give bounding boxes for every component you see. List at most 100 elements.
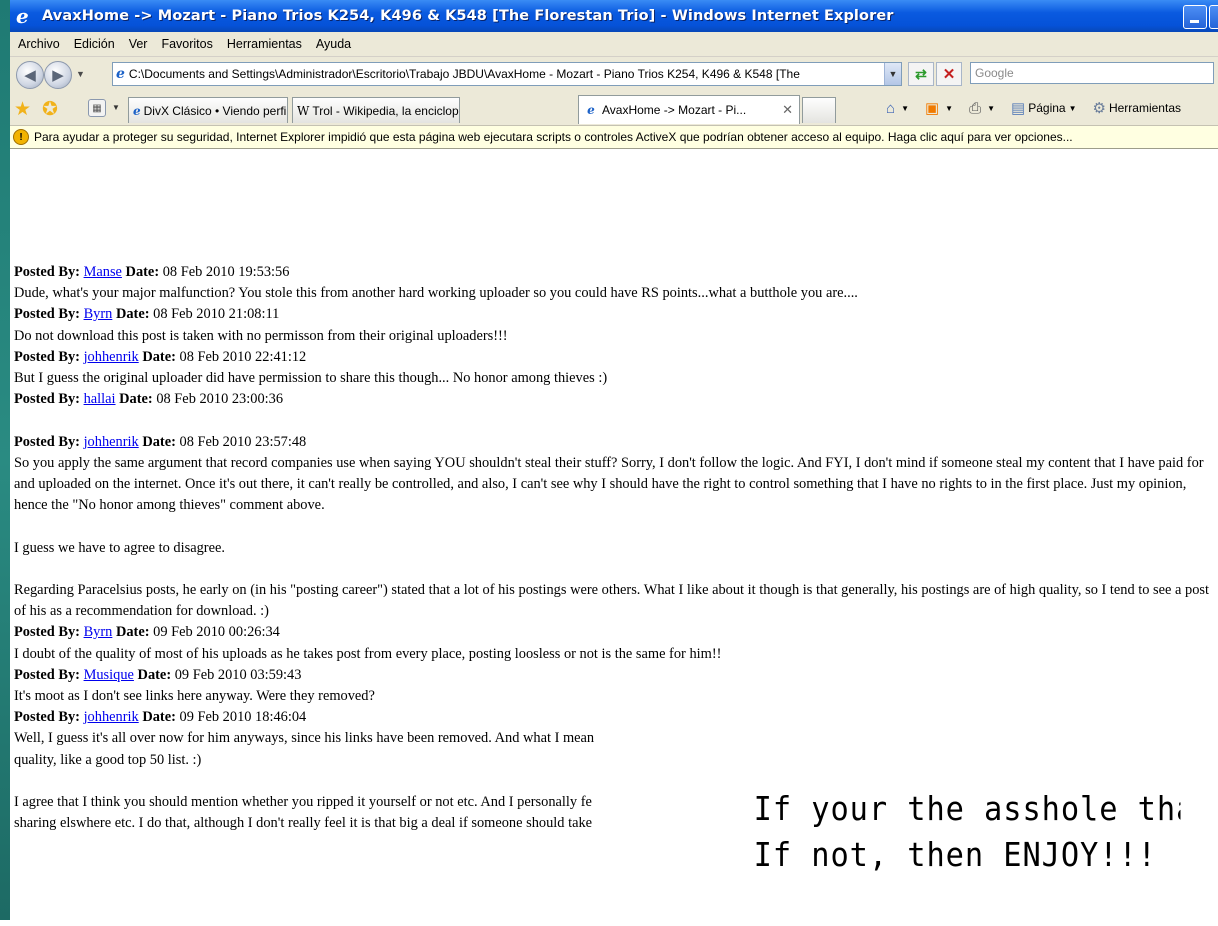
page-icon: ▤	[1011, 100, 1026, 117]
chevron-down-icon: ▼	[987, 103, 996, 113]
tools-menu-label: Herramientas	[1108, 101, 1181, 115]
stop-button[interactable]: ✕	[936, 62, 962, 86]
tab-list-dropdown-icon[interactable]: ▼	[112, 103, 120, 112]
tab-label: Trol - Wikipedia, la enciclope...	[312, 103, 460, 118]
tools-menu-button[interactable]: ⚙ Herramientas	[1093, 99, 1181, 117]
feeds-button[interactable]: ▣ ▼	[925, 99, 953, 117]
overlay-line: If your the asshole that's de	[753, 789, 1181, 828]
minimize-button[interactable]	[1183, 5, 1207, 29]
post-date: 08 Feb 2010 22:41:12	[179, 348, 307, 365]
wikipedia-icon: W	[297, 103, 310, 118]
date-label: Date:	[125, 264, 160, 280]
user-link[interactable]: hallai	[84, 391, 116, 407]
maximize-button[interactable]	[1209, 5, 1218, 29]
print-button[interactable]: ⎙ ▼	[969, 100, 995, 117]
date-label: Date:	[137, 666, 172, 683]
post-body: Do not download this post is taken with …	[14, 327, 508, 344]
user-link[interactable]: Musique	[84, 667, 134, 683]
ie-page-icon: e	[587, 103, 595, 117]
page-content: Posted By: Manse Date: 08 Feb 2010 19:53…	[14, 262, 1218, 834]
address-bar[interactable]: e C:\Documents and Settings\Administrado…	[112, 62, 902, 86]
post-date: 09 Feb 2010 18:46:04	[179, 709, 307, 726]
menu-herramientas[interactable]: Herramientas	[227, 37, 302, 51]
post-date: 08 Feb 2010 23:57:48	[179, 433, 307, 450]
post-body: Dude, what's your major malfunction? You…	[14, 285, 858, 302]
date-label: Date:	[142, 433, 176, 450]
page-menu-label: Página	[1028, 101, 1066, 115]
post-header: Posted By: hallai Date: 08 Feb 2010 23:0…	[14, 389, 1218, 410]
quick-tabs-icon[interactable]: ▦	[88, 99, 106, 117]
new-tab-button[interactable]	[802, 97, 836, 123]
user-link[interactable]: johhenrik	[84, 349, 139, 365]
menu-ver[interactable]: Ver	[129, 37, 148, 51]
home-icon: ⌂	[886, 99, 896, 117]
back-arrow-icon: ◀	[24, 67, 36, 84]
user-link[interactable]: johhenrik	[84, 709, 139, 725]
overlay-line: If not, then ENJOY!!!	[753, 835, 1157, 874]
menu-edicion[interactable]: Edición	[74, 37, 115, 51]
tab-label: AvaxHome -> Mozart - Pi...	[602, 103, 747, 117]
tab-avaxhome[interactable]: e AvaxHome -> Mozart - Pi... ✕	[578, 95, 800, 124]
history-dropdown-icon[interactable]: ▼	[76, 69, 85, 79]
post-header: Posted By: Manse Date: 08 Feb 2010 19:53…	[14, 262, 1218, 283]
tab-label: DivX Clásico • Viendo perfil - ...	[143, 103, 288, 118]
post-body: I guess we have to agree to disagree.	[14, 539, 225, 556]
post-header: Posted By: Musique Date: 09 Feb 2010 03:…	[14, 665, 1218, 686]
menu-archivo[interactable]: Archivo	[18, 37, 60, 51]
gear-icon: ⚙	[1092, 100, 1106, 117]
posted-by-label: Posted By:	[14, 666, 80, 683]
menu-favoritos[interactable]: Favoritos	[161, 37, 212, 51]
tab-divx[interactable]: e DivX Clásico • Viendo perfil - ...	[128, 97, 288, 123]
post-header: Posted By: johhenrik Date: 08 Feb 2010 2…	[14, 432, 1218, 453]
post-body: It's moot as I don't see links here anyw…	[14, 688, 375, 705]
date-label: Date:	[115, 624, 150, 641]
favorites-star-icon[interactable]: ★	[14, 98, 31, 121]
home-button[interactable]: ⌂ ▼	[886, 100, 909, 117]
post-header: Posted By: johhenrik Date: 09 Feb 2010 1…	[14, 707, 1218, 728]
posted-by-label: Posted By:	[14, 624, 80, 641]
back-button[interactable]: ◀	[16, 61, 44, 89]
search-input[interactable]: Google	[970, 62, 1214, 84]
post-header: Posted By: Byrn Date: 08 Feb 2010 21:08:…	[14, 304, 1218, 325]
warning-shield-icon: !	[13, 129, 29, 145]
tab-wikipedia[interactable]: W Trol - Wikipedia, la enciclope...	[292, 97, 460, 123]
menu-ayuda[interactable]: Ayuda	[316, 37, 351, 51]
information-bar[interactable]: ! Para ayudar a proteger su seguridad, I…	[10, 126, 1218, 149]
date-label: Date:	[142, 709, 176, 726]
stop-icon: ✕	[942, 66, 956, 83]
posted-by-label: Posted By:	[14, 433, 80, 450]
address-url[interactable]: C:\Documents and Settings\Administrador\…	[129, 67, 800, 81]
user-link[interactable]: Byrn	[84, 306, 113, 322]
page-icon: e	[116, 66, 125, 82]
menu-bar: Archivo Edición Ver Favoritos Herramient…	[10, 32, 1218, 57]
post-date: 08 Feb 2010 23:00:36	[156, 391, 284, 408]
close-tab-icon[interactable]: ✕	[782, 102, 793, 118]
user-link[interactable]: johhenrik	[84, 434, 139, 450]
post-body: But I guess the original uploader did ha…	[14, 370, 608, 387]
ie-logo-icon: e	[16, 4, 29, 28]
user-link[interactable]: Byrn	[84, 624, 113, 640]
post-date: 08 Feb 2010 19:53:56	[162, 264, 290, 280]
post-body: I doubt of the quality of most of his up…	[14, 645, 722, 662]
posted-by-label: Posted By:	[14, 306, 80, 323]
post-body: Well, I guess it's all over now for him …	[14, 730, 595, 747]
address-dropdown-icon[interactable]: ▼	[884, 63, 901, 85]
refresh-icon: ⇄	[915, 65, 927, 82]
forward-button[interactable]: ▶	[44, 61, 72, 89]
posted-by-label: Posted By:	[14, 264, 80, 280]
command-bar: ⌂ ▼ ▣ ▼ ⎙ ▼ ▤ Página ▼ ⚙ Herramientas	[870, 99, 1181, 118]
chevron-down-icon: ▼	[1068, 103, 1077, 113]
add-favorites-icon[interactable]: ✪	[42, 98, 58, 121]
chevron-down-icon: ▼	[945, 103, 954, 113]
page-menu-button[interactable]: ▤ Página ▼	[1011, 99, 1076, 117]
overlay-caption: If your the asshole that's de If not, th…	[750, 786, 1181, 926]
post-header: Posted By: Byrn Date: 09 Feb 2010 00:26:…	[14, 622, 1218, 643]
information-bar-text: Para ayudar a proteger su seguridad, Int…	[34, 130, 1073, 144]
date-label: Date:	[119, 391, 153, 408]
posted-by-label: Posted By:	[14, 391, 80, 408]
refresh-button[interactable]: ⇄	[908, 62, 934, 86]
ie-page-icon: e	[133, 103, 141, 118]
user-link[interactable]: Manse	[84, 264, 122, 280]
